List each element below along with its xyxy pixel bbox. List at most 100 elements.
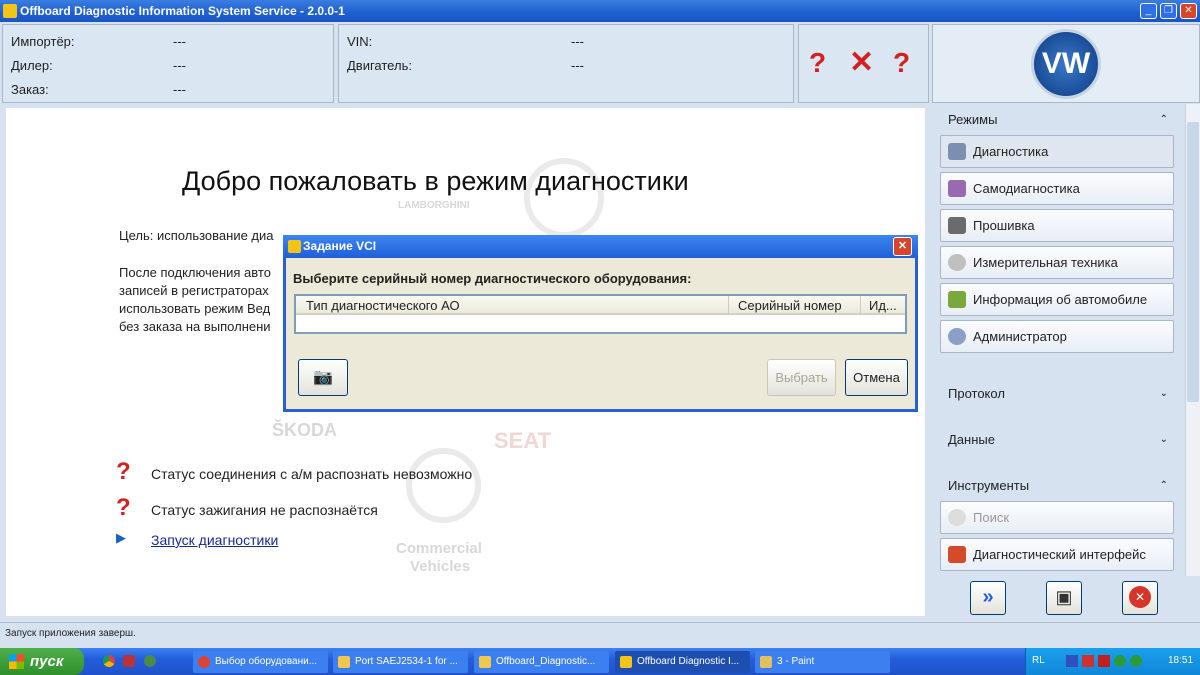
sidebar-item-flashing[interactable]: Прошивка (940, 209, 1174, 242)
logo-panel: VW (932, 24, 1200, 103)
quicklaunch-icon[interactable] (144, 655, 156, 667)
order-value: --- (173, 82, 186, 97)
tray-icon[interactable] (1098, 655, 1110, 667)
intro-text: После подключения авто (119, 265, 271, 280)
column-header-serial[interactable]: Серийный номер (738, 298, 842, 313)
chrome-icon[interactable] (103, 655, 115, 667)
minimize-button[interactable]: _ (1140, 3, 1157, 19)
taskbar-item[interactable]: Port SAEJ2534-1 for ... (333, 651, 468, 673)
sidebar-item-label: Администратор (973, 329, 1067, 344)
section-label: Режимы (948, 112, 998, 127)
column-header-type[interactable]: Тип диагностического АО (306, 298, 460, 313)
expand-icon: ⌄ (1159, 434, 1168, 445)
play-arrow-icon: ▶ (116, 530, 126, 545)
ignition-unknown-icon: ? (893, 47, 911, 78)
taskbar-item[interactable]: Выбор оборудовани... (193, 651, 328, 673)
vin-value: --- (571, 34, 584, 49)
vci-table: Тип диагностического АО Серийный номер И… (294, 294, 907, 334)
watermark-seat: SEAT (494, 428, 552, 453)
section-label: Протокол (948, 386, 1005, 401)
column-header-id[interactable]: Ид... (869, 298, 897, 313)
intro-text: записей в регистраторах (119, 283, 269, 298)
taskbar-item[interactable]: 3 - Paint (755, 651, 890, 673)
section-modes[interactable]: Режимы ⌃ (938, 108, 1176, 132)
vci-dialog: Задание VCI ✕ Выберите серийный номер ди… (283, 235, 918, 412)
fullscreen-button[interactable]: ▣ (1046, 581, 1082, 615)
select-button[interactable]: Выбрать (767, 359, 836, 396)
dealer-value: --- (173, 58, 186, 73)
start-diagnostics-link[interactable]: Запуск диагностики (151, 532, 278, 548)
sidebar-item-measurement[interactable]: Измерительная техника (940, 246, 1174, 279)
sidebar-item-self-diagnostics[interactable]: Самодиагностика (940, 172, 1174, 205)
watermark-vehicles: Vehicles (410, 558, 471, 575)
tray-icon[interactable] (1114, 655, 1126, 667)
gear-icon (948, 328, 966, 345)
tray-icon[interactable] (1082, 655, 1094, 667)
books-icon (948, 291, 966, 308)
intro-text: Цель: использование диа (119, 228, 274, 243)
sidebar-item-label: Диагностический интерфейс (973, 547, 1146, 562)
sidebar-item-vehicle-info[interactable]: Информация об автомобиле (940, 283, 1174, 316)
importer-label: Импортёр: (11, 34, 75, 49)
quicklaunch-icon[interactable] (123, 655, 135, 667)
taskbar-item-active[interactable]: Offboard Diagnostic I... (615, 651, 750, 673)
vw-logo: VW (1031, 29, 1101, 99)
camera-button[interactable]: 📷 (298, 359, 348, 396)
ignition-status: Статус зажигания не распознаётся (151, 502, 378, 518)
app-icon (288, 240, 301, 253)
order-label: Заказ: (11, 82, 49, 97)
tray-icon[interactable] (1066, 655, 1078, 667)
dialog-title-bar: Задание VCI ✕ (283, 235, 918, 258)
collapse-icon: ⌃ (1159, 480, 1168, 491)
cancel-button[interactable]: Отмена (845, 359, 908, 396)
status-bar: Запуск приложения заверш. (0, 622, 1200, 646)
restore-button[interactable]: ❐ (1160, 3, 1177, 19)
sidebar-item-label: Самодиагностика (973, 181, 1080, 196)
car-status-icon: ? (116, 458, 131, 485)
status-text: Запуск приложения заверш. (5, 628, 136, 639)
engine-label: Двигатель: (347, 58, 412, 73)
connection-status: Статус соединения с а/м распознать невоз… (151, 466, 473, 482)
dialog-close-button[interactable]: ✕ (893, 237, 912, 256)
taskbar-item[interactable]: Offboard_Diagnostic... (474, 651, 609, 673)
gauge-icon (948, 254, 966, 271)
section-protocol[interactable]: Протокол ⌄ (938, 382, 1176, 406)
window-title: Offboard Diagnostic Information System S… (20, 4, 345, 18)
system-tray: RL 18:51 (1025, 648, 1200, 675)
section-label: Данные (948, 432, 995, 447)
scrollbar-thumb[interactable] (1187, 122, 1199, 402)
sidebar-item-search[interactable]: Поиск (940, 501, 1174, 534)
sidebar-item-label: Поиск (973, 510, 1010, 525)
start-button[interactable]: пуск (0, 648, 84, 675)
sidebar-item-diag-interface[interactable]: Диагностический интерфейс (940, 538, 1174, 571)
sidebar-item-label: Диагностика (973, 144, 1049, 159)
intro-text: использовать режим Вед (119, 301, 271, 316)
intro-text: без заказа на выполнени (119, 319, 271, 334)
collapse-icon: ⌃ (1159, 114, 1168, 125)
language-indicator[interactable]: RL (1032, 655, 1045, 666)
car-unknown-icon: ? (809, 47, 827, 78)
vw-commercial-watermark-icon (406, 448, 481, 523)
search-icon (948, 509, 966, 526)
diagnostics-icon (948, 143, 966, 160)
section-tools[interactable]: Инструменты ⌃ (938, 474, 1176, 498)
expand-icon: ⌄ (1159, 388, 1168, 399)
exit-button[interactable]: ✕ (1122, 581, 1158, 615)
forward-button[interactable]: » (970, 581, 1006, 615)
sidebar-item-diagnostics[interactable]: Диагностика (940, 135, 1174, 168)
connection-cross-icon: ✕ (849, 46, 875, 79)
tray-icon[interactable] (1130, 655, 1142, 667)
section-data[interactable]: Данные ⌄ (938, 428, 1176, 452)
clock[interactable]: 18:51 (1168, 655, 1193, 666)
order-info-panel: Импортёр: --- Дилер: --- Заказ: --- (2, 24, 334, 103)
windows-logo-icon (9, 654, 24, 669)
sidebar-item-label: Измерительная техника (973, 255, 1118, 270)
dealer-label: Дилер: (11, 58, 53, 73)
sidebar-scrollbar[interactable] (1185, 104, 1200, 576)
dialog-prompt: Выберите серийный номер диагностического… (293, 271, 692, 286)
interface-icon (948, 546, 966, 563)
close-button[interactable]: ✕ (1180, 3, 1197, 19)
vehicle-info-panel: VIN: --- Двигатель: --- (338, 24, 794, 103)
sidebar-item-admin[interactable]: Администратор (940, 320, 1174, 353)
engine-value: --- (571, 58, 584, 73)
